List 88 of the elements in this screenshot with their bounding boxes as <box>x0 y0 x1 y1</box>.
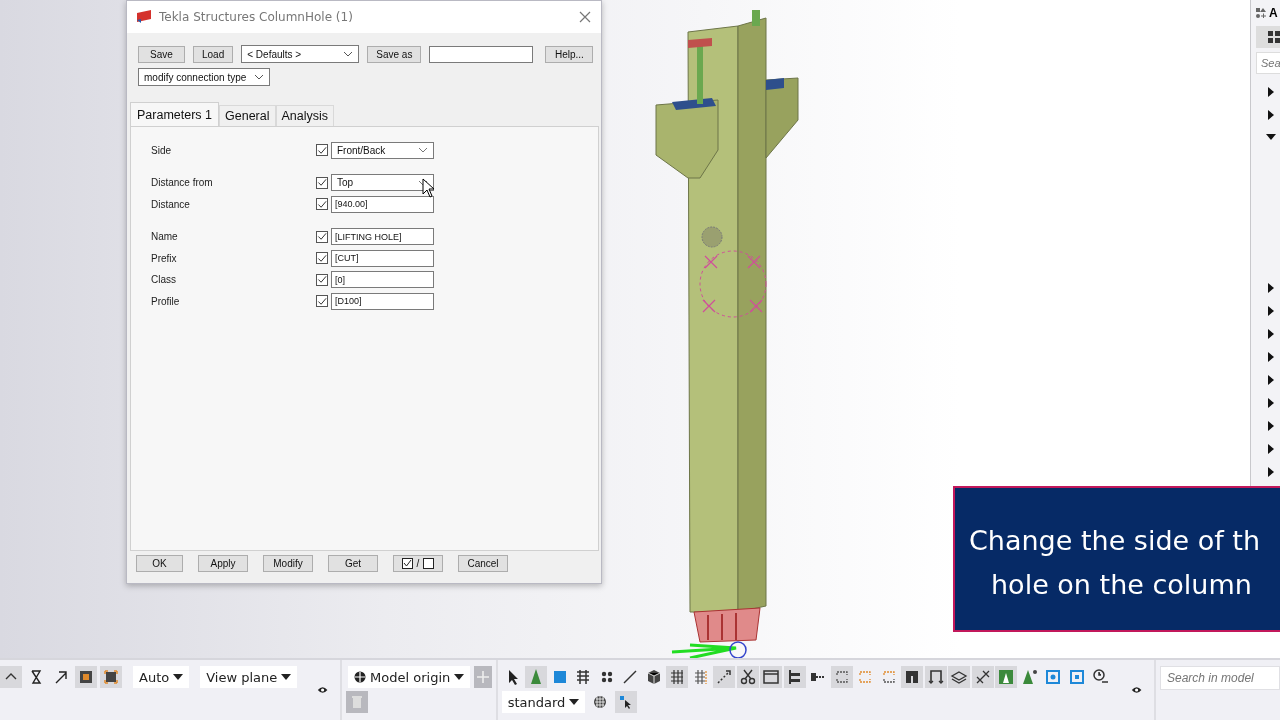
dialog-button[interactable]: OK <box>136 555 183 572</box>
caret-right-icon[interactable] <box>1266 466 1276 477</box>
checkbox[interactable] <box>316 273 328 286</box>
tab[interactable]: Analysis <box>275 105 335 126</box>
auto-dropdown[interactable]: Auto <box>133 666 190 688</box>
arch-icon[interactable] <box>924 666 947 688</box>
logo-icon <box>135 10 153 24</box>
checked-box-icon <box>401 558 413 569</box>
caret-right-icon[interactable] <box>1266 282 1276 293</box>
sort-icon[interactable] <box>1256 8 1266 18</box>
field-label: Side <box>151 144 172 156</box>
caret-right-icon[interactable] <box>1266 351 1276 362</box>
cursor-icon <box>422 178 436 198</box>
window-icon[interactable] <box>760 666 783 688</box>
align-icon[interactable] <box>783 666 806 688</box>
input-field[interactable]: [CUT] <box>331 249 434 267</box>
caret-right-icon[interactable] <box>1266 443 1276 454</box>
load-button[interactable]: Load <box>193 45 234 63</box>
search-field[interactable]: Sea <box>1256 52 1280 74</box>
dimension-icon[interactable] <box>971 666 994 688</box>
value-dropdown[interactable]: Front/Back <box>331 141 434 159</box>
dialog-button[interactable]: Modify <box>263 555 313 572</box>
checkbox[interactable] <box>316 252 328 265</box>
caret-right-icon[interactable] <box>1266 305 1276 316</box>
eye-icon[interactable] <box>1131 685 1143 695</box>
square-icon[interactable] <box>100 666 122 688</box>
help-button[interactable]: Help... <box>545 45 594 63</box>
tab[interactable]: Parameters 1 <box>130 102 220 126</box>
panel-title: A <box>1269 6 1278 20</box>
save-button[interactable]: Save <box>138 45 185 63</box>
mode-dropdown[interactable]: standard <box>501 691 586 713</box>
scissors-icon[interactable] <box>736 666 759 688</box>
empty-box-icon <box>423 558 435 569</box>
input-field[interactable]: [940.00] <box>331 195 434 213</box>
trash-icon <box>351 695 364 709</box>
caret-right-icon[interactable] <box>1266 420 1276 431</box>
model-view[interactable] <box>0 0 1280 658</box>
field-label: Distance <box>151 198 191 210</box>
field-label: Profile <box>151 295 181 307</box>
search-field[interactable]: Search in model <box>1160 666 1280 690</box>
grid-icon <box>1268 31 1280 43</box>
input-field[interactable]: [LIFTING HOLE] <box>331 228 434 246</box>
field-label: Name <box>151 231 179 243</box>
save-as-button[interactable]: Save as <box>367 45 422 63</box>
mountain-icon[interactable] <box>995 666 1018 688</box>
name-input-field[interactable] <box>429 45 534 63</box>
chevron-down-icon[interactable] <box>343 51 354 57</box>
caret-down-icon[interactable] <box>1266 132 1276 142</box>
chevron-down-icon[interactable] <box>254 74 264 80</box>
cancel-button[interactable]: Cancel <box>458 555 508 572</box>
profile-icon[interactable] <box>901 666 924 688</box>
caption-text: Change the side of th <box>969 524 1261 558</box>
checkbox[interactable] <box>316 176 328 189</box>
dialog-button[interactable]: Apply <box>198 555 248 572</box>
layers-icon[interactable] <box>948 666 971 688</box>
preset-dropdown[interactable]: < Defaults > <box>241 45 360 63</box>
eye-icon[interactable] <box>317 685 329 695</box>
close-icon[interactable] <box>579 11 591 23</box>
field-label: Prefix <box>151 252 178 264</box>
checkbox[interactable] <box>316 295 328 308</box>
globe-icon <box>354 671 367 683</box>
grid-icon[interactable] <box>666 666 689 688</box>
caption-text: hole on the column <box>990 568 1252 602</box>
checkbox[interactable] <box>316 230 328 243</box>
caret-right-icon[interactable] <box>1266 397 1276 408</box>
square-icon[interactable] <box>75 666 97 688</box>
dialog-button[interactable]: Get <box>328 555 378 572</box>
caret-right-icon[interactable] <box>1266 109 1276 120</box>
toggle-all-button[interactable]: / <box>393 555 443 572</box>
checkbox[interactable] <box>316 198 328 211</box>
caret-right-icon[interactable] <box>1266 328 1276 339</box>
checkbox[interactable] <box>316 144 328 157</box>
window-title: Tekla Structures ColumnHole (1) <box>159 10 354 24</box>
input-field[interactable]: [D100] <box>331 292 434 310</box>
connection-type-dropdown[interactable]: modify connection type <box>138 68 270 86</box>
cone-icon[interactable] <box>525 666 548 688</box>
caret-right-icon[interactable] <box>1266 86 1276 97</box>
view-plane-dropdown[interactable]: View plane <box>200 666 298 688</box>
field-label: Distance from <box>151 177 214 189</box>
caret-right-icon[interactable] <box>1266 374 1276 385</box>
select-icon[interactable] <box>615 691 638 713</box>
plus-icon <box>476 670 491 684</box>
field-label: Class <box>151 274 177 286</box>
grid-view-button[interactable] <box>1256 26 1280 48</box>
tab[interactable]: General <box>219 105 276 126</box>
value-dropdown[interactable]: Top <box>331 174 434 192</box>
model-origin-dropdown[interactable]: Model origin <box>348 666 471 688</box>
input-field[interactable]: [0] <box>331 271 434 289</box>
